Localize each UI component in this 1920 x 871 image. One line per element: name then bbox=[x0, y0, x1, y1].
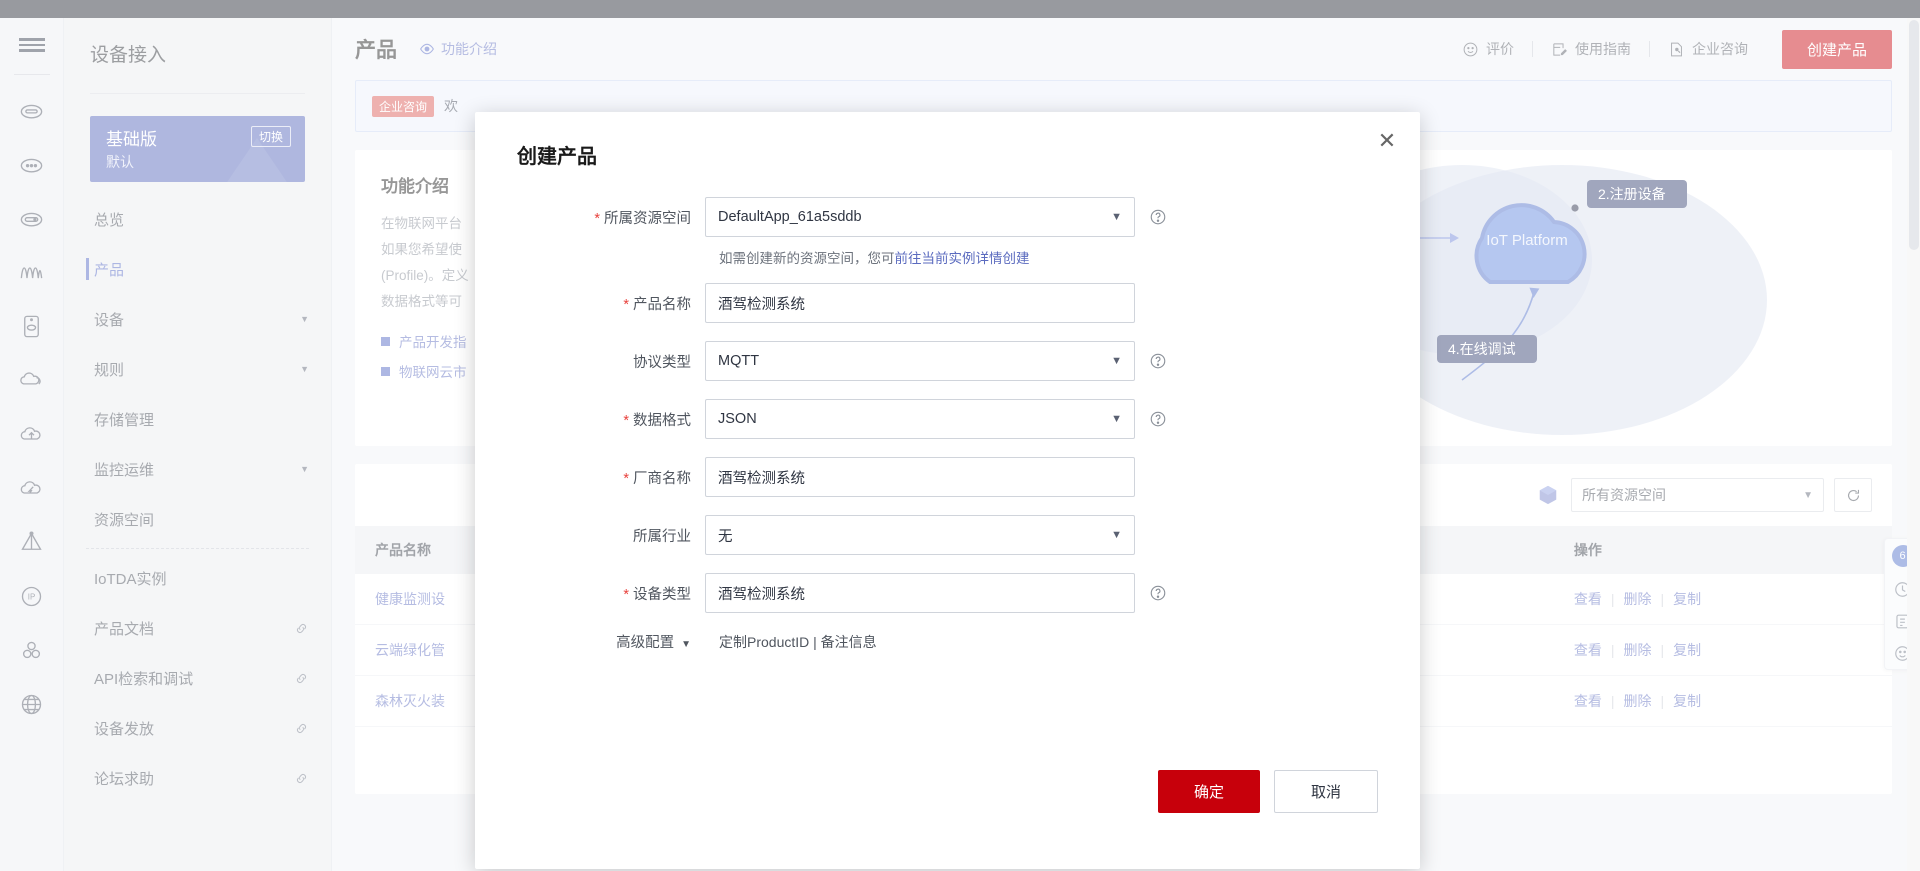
label-product-name: *产品名称 bbox=[475, 293, 705, 314]
label-device-type: *设备类型 bbox=[475, 583, 705, 604]
hint-prefix: 如需创建新的资源空间，您可 bbox=[719, 251, 895, 266]
industry-control: 无 ▼ bbox=[705, 515, 1135, 555]
data-format-control: JSON ▼ bbox=[705, 399, 1135, 439]
close-icon[interactable]: ✕ bbox=[1376, 130, 1398, 152]
advanced-config-text: 定制ProductID | 备注信息 bbox=[719, 632, 877, 652]
help-icon[interactable] bbox=[1149, 352, 1167, 370]
resource-space-control: DefaultApp_61a5sddb ▼ bbox=[705, 197, 1135, 237]
data-format-value: JSON bbox=[718, 411, 757, 427]
product-name-input[interactable] bbox=[705, 283, 1135, 323]
hint-link[interactable]: 前往当前实例详情创建 bbox=[895, 251, 1030, 266]
industry-value: 无 bbox=[718, 525, 733, 546]
protocol-type-select[interactable]: MQTT ▼ bbox=[705, 341, 1135, 381]
required-asterisk: * bbox=[623, 413, 629, 429]
help-icon[interactable] bbox=[1149, 410, 1167, 428]
product-name-control bbox=[705, 283, 1135, 323]
data-format-select[interactable]: JSON ▼ bbox=[705, 399, 1135, 439]
advanced-config-label: 高级配置 bbox=[616, 635, 674, 651]
field-device-type: *设备类型 bbox=[475, 573, 1420, 613]
label-industry: 所属行业 bbox=[475, 525, 705, 546]
label-protocol-type: 协议类型 bbox=[475, 351, 705, 372]
industry-select[interactable]: 无 ▼ bbox=[705, 515, 1135, 555]
manufacturer-input[interactable] bbox=[705, 457, 1135, 497]
cancel-button[interactable]: 取消 bbox=[1274, 770, 1378, 813]
dialog-footer: 确定 取消 bbox=[1158, 770, 1378, 813]
create-product-dialog: ✕ 创建产品 *所属资源空间 DefaultApp_61a5sddb ▼ 如 bbox=[475, 112, 1420, 869]
label-text: 产品名称 bbox=[633, 297, 691, 313]
label-manufacturer: *厂商名称 bbox=[475, 467, 705, 488]
manufacturer-control bbox=[705, 457, 1135, 497]
dialog-title: 创建产品 bbox=[475, 112, 1420, 169]
field-resource-space: *所属资源空间 DefaultApp_61a5sddb ▼ bbox=[475, 197, 1420, 237]
field-manufacturer: *厂商名称 bbox=[475, 457, 1420, 497]
chevron-down-icon: ▼ bbox=[1111, 413, 1122, 425]
protocol-type-value: MQTT bbox=[718, 353, 759, 369]
chevron-down-icon: ▼ bbox=[1111, 211, 1122, 223]
label-text: 数据格式 bbox=[633, 413, 691, 429]
field-product-name: *产品名称 bbox=[475, 283, 1420, 323]
create-product-form: *所属资源空间 DefaultApp_61a5sddb ▼ 如需创建新的资源空间… bbox=[475, 169, 1420, 652]
app-root: IP 设备接入 基础版 默认 切换 总览 产品 bbox=[0, 0, 1920, 871]
required-asterisk: * bbox=[623, 587, 629, 603]
advanced-config-row: 高级配置 ▼ 定制ProductID | 备注信息 bbox=[475, 631, 1420, 652]
help-icon[interactable] bbox=[1149, 584, 1167, 602]
chevron-down-icon: ▼ bbox=[1111, 529, 1122, 541]
resource-space-value: DefaultApp_61a5sddb bbox=[718, 209, 862, 225]
label-data-format: *数据格式 bbox=[475, 409, 705, 430]
chevron-down-icon: ▼ bbox=[681, 639, 691, 650]
resource-space-select[interactable]: DefaultApp_61a5sddb ▼ bbox=[705, 197, 1135, 237]
field-industry: 所属行业 无 ▼ bbox=[475, 515, 1420, 555]
field-protocol-type: 协议类型 MQTT ▼ bbox=[475, 341, 1420, 381]
confirm-button[interactable]: 确定 bbox=[1158, 770, 1260, 813]
label-resource-space: *所属资源空间 bbox=[475, 207, 705, 228]
label-text: 所属资源空间 bbox=[604, 211, 691, 227]
help-icon[interactable] bbox=[1149, 208, 1167, 226]
label-text: 厂商名称 bbox=[633, 471, 691, 487]
device-type-control bbox=[705, 573, 1135, 613]
resource-space-hint: 如需创建新的资源空间，您可前往当前实例详情创建 bbox=[719, 247, 1420, 267]
field-data-format: *数据格式 JSON ▼ bbox=[475, 399, 1420, 439]
chevron-down-icon: ▼ bbox=[1111, 355, 1122, 367]
advanced-config-toggle[interactable]: 高级配置 ▼ bbox=[475, 631, 705, 652]
label-text: 设备类型 bbox=[633, 587, 691, 603]
required-asterisk: * bbox=[594, 211, 600, 227]
protocol-type-control: MQTT ▼ bbox=[705, 341, 1135, 381]
required-asterisk: * bbox=[623, 471, 629, 487]
required-asterisk: * bbox=[623, 297, 629, 313]
device-type-input[interactable] bbox=[705, 573, 1135, 613]
